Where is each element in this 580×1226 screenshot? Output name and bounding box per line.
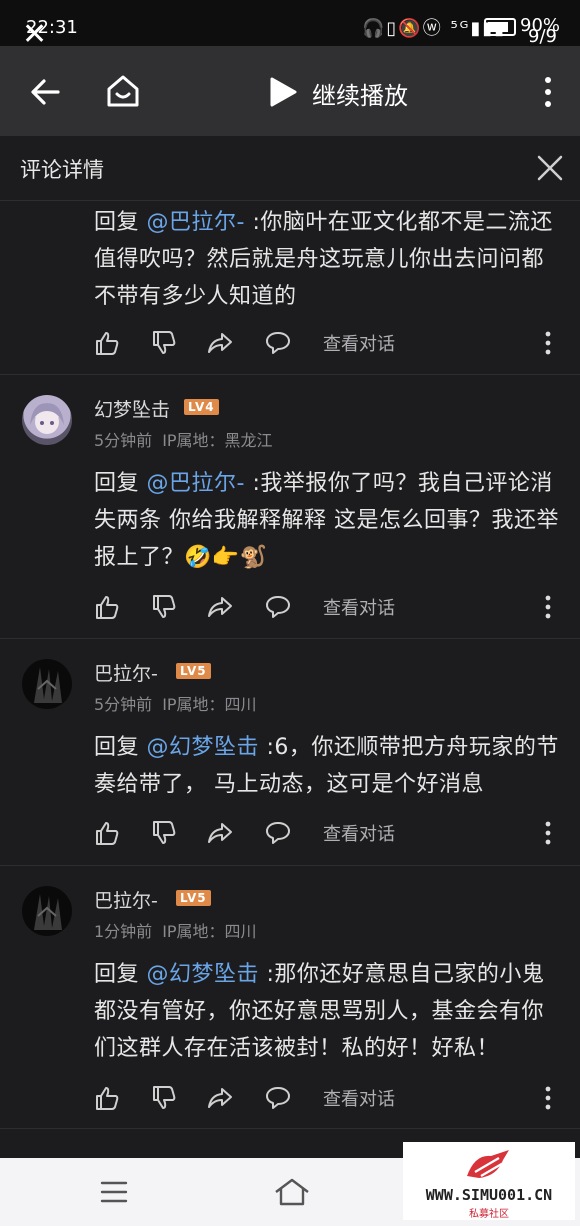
thumbs-up-icon[interactable] bbox=[94, 820, 120, 846]
view-conversation-link[interactable]: 查看对话 bbox=[323, 594, 395, 620]
more-options-icon[interactable] bbox=[540, 330, 556, 356]
reply-prefix: 回复 bbox=[94, 210, 147, 235]
dark-avatar-icon bbox=[34, 667, 62, 703]
username[interactable]: 幻梦坠击 bbox=[94, 395, 170, 422]
comment-actions: 查看对话 bbox=[94, 1085, 564, 1115]
status-bar: 22:31 ✕ 🎧▯🔕ⓦ ⁵ᴳ▮▮▮ 90% 9/9 bbox=[0, 0, 580, 50]
comment-item: 幻梦坠击 LV4 5分钟前 IP属地：黑龙江 回复 @巴拉尔- :我举报你了吗？我… bbox=[0, 375, 580, 638]
comment-bubble-icon[interactable] bbox=[265, 330, 291, 356]
reply-prefix: 回复 bbox=[94, 735, 147, 760]
comment-actions: 查看对话 bbox=[94, 820, 564, 850]
comment-actions: 查看对话 bbox=[94, 330, 564, 360]
battery-icon bbox=[484, 18, 516, 36]
watermark: WWW.SIMU001.CN 私募社区 bbox=[403, 1142, 575, 1220]
comment-meta: 1分钟前 IP属地：四川 bbox=[94, 918, 267, 942]
comment-detail-header: 评论详情 bbox=[0, 136, 580, 201]
thumbs-up-icon[interactable] bbox=[94, 594, 120, 620]
thumbs-down-icon[interactable] bbox=[151, 820, 177, 846]
comment-time: 1分钟前 bbox=[94, 922, 153, 941]
mention-link[interactable]: @巴拉尔- bbox=[147, 471, 245, 496]
page-title: 评论详情 bbox=[20, 158, 104, 182]
comment-time: 5分钟前 bbox=[94, 695, 153, 714]
thumbs-down-icon[interactable] bbox=[151, 1085, 177, 1111]
avatar[interactable] bbox=[22, 395, 72, 445]
ip-location: IP属地：四川 bbox=[162, 695, 257, 714]
thumbs-up-icon[interactable] bbox=[94, 330, 120, 356]
mention-link[interactable]: @幻梦坠击 bbox=[147, 962, 260, 987]
more-options-icon[interactable] bbox=[540, 1085, 556, 1111]
thumbs-up-icon[interactable] bbox=[94, 1085, 120, 1111]
home-nav-icon[interactable] bbox=[272, 1176, 312, 1208]
dark-avatar-icon bbox=[34, 894, 62, 930]
play-icon[interactable] bbox=[268, 76, 298, 108]
back-arrow-icon[interactable] bbox=[28, 74, 64, 110]
divider bbox=[0, 1128, 580, 1129]
share-icon[interactable] bbox=[207, 820, 233, 846]
watermark-logo-icon bbox=[467, 1150, 509, 1178]
view-conversation-link[interactable]: 查看对话 bbox=[323, 820, 395, 846]
watermark-subtitle: 私募社区 bbox=[469, 1209, 509, 1220]
mention-link[interactable]: @幻梦坠击 bbox=[147, 735, 260, 760]
mention-link[interactable]: @巴拉尔- bbox=[147, 210, 245, 235]
comment-meta: 5分钟前 IP属地：黑龙江 bbox=[94, 427, 283, 451]
watermark-url: WWW.SIMU001.CN bbox=[425, 1186, 553, 1204]
level-badge: LV5 bbox=[176, 663, 211, 679]
top-nav: 继续播放 bbox=[0, 46, 580, 136]
share-icon[interactable] bbox=[207, 1085, 233, 1111]
comment-bubble-icon[interactable] bbox=[265, 594, 291, 620]
comment-body: 回复 @巴拉尔- :你脑叶在亚文化都不是二流还值得吹吗？然后就是舟这玩意儿你出去… bbox=[94, 204, 564, 315]
ip-location: IP属地：四川 bbox=[162, 922, 257, 941]
home-icon[interactable] bbox=[104, 72, 142, 110]
anime-avatar-icon bbox=[30, 403, 64, 434]
comment-time: 5分钟前 bbox=[94, 431, 153, 450]
more-options-icon[interactable] bbox=[540, 820, 556, 846]
ip-location: IP属地：黑龙江 bbox=[162, 431, 273, 450]
level-badge: LV5 bbox=[176, 890, 211, 906]
share-icon[interactable] bbox=[207, 330, 233, 356]
page-counter: 9/9 bbox=[528, 26, 557, 47]
reply-prefix: 回复 bbox=[94, 471, 147, 496]
reply-prefix: 回复 bbox=[94, 962, 147, 987]
comment-bubble-icon[interactable] bbox=[265, 1085, 291, 1111]
comment-meta: 5分钟前 IP属地：四川 bbox=[94, 691, 267, 715]
comment-item: 巴拉尔- LV5 1分钟前 IP属地：四川 回复 @幻梦坠击 :那你还好意思自己家… bbox=[0, 866, 580, 1128]
thumbs-down-icon[interactable] bbox=[151, 330, 177, 356]
comment-body: 回复 @巴拉尔- :我举报你了吗？我自己评论消失两条 你给我解释解释 这是怎么回… bbox=[94, 465, 564, 576]
close-icon[interactable] bbox=[536, 154, 564, 182]
avatar[interactable] bbox=[22, 659, 72, 709]
more-options-icon[interactable] bbox=[540, 594, 556, 620]
thumbs-down-icon[interactable] bbox=[151, 594, 177, 620]
share-icon[interactable] bbox=[207, 594, 233, 620]
comment-bubble-icon[interactable] bbox=[265, 820, 291, 846]
username[interactable]: 巴拉尔- bbox=[94, 886, 158, 913]
continue-playing-button[interactable]: 继续播放 bbox=[312, 76, 408, 111]
menu-icon[interactable] bbox=[100, 1180, 128, 1204]
view-conversation-link[interactable]: 查看对话 bbox=[323, 330, 395, 356]
comment-body: 回复 @幻梦坠击 :6，你还顺带把方舟玩家的节奏给带了， 马上动态，这可是个好消… bbox=[94, 729, 564, 803]
username[interactable]: 巴拉尔- bbox=[94, 659, 158, 686]
view-conversation-link[interactable]: 查看对话 bbox=[323, 1085, 395, 1111]
comment-item: 巴拉尔- LV5 5分钟前 IP属地：四川 回复 @幻梦坠击 :6，你还顺带把方舟… bbox=[0, 639, 580, 865]
comment-actions: 查看对话 bbox=[94, 594, 564, 624]
more-vertical-icon[interactable] bbox=[538, 74, 558, 110]
comment-item: 回复 @巴拉尔- :你脑叶在亚文化都不是二流还值得吹吗？然后就是舟这玩意儿你出去… bbox=[0, 200, 580, 375]
level-badge: LV4 bbox=[184, 399, 219, 415]
comment-body: 回复 @幻梦坠击 :那你还好意思自己家的小鬼都没有管好，你还好意思骂别人，基金会… bbox=[94, 956, 564, 1067]
avatar[interactable] bbox=[22, 886, 72, 936]
